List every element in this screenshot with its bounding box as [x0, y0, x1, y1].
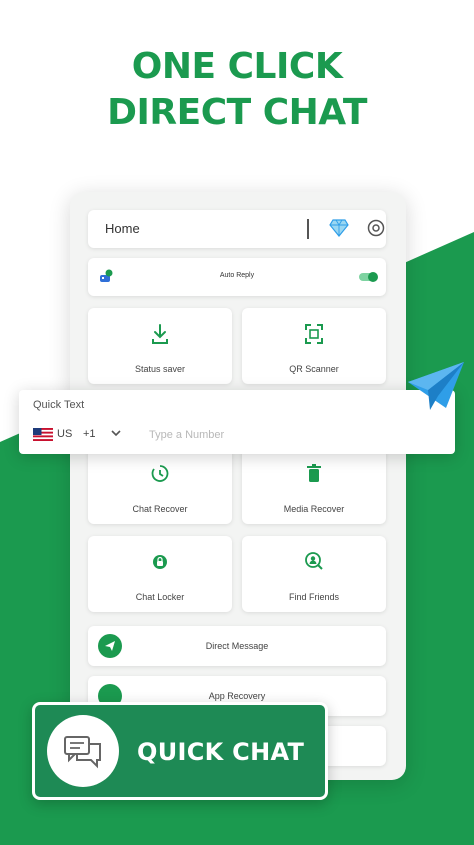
tile-status-saver[interactable]: Status saver — [88, 308, 232, 384]
tile-label: Chat Locker — [135, 592, 185, 602]
lock-icon — [153, 555, 167, 569]
phone-mockup: Home Auto Reply Status saver QR Scanner … — [70, 192, 406, 780]
chevron-down-icon[interactable] — [111, 430, 121, 437]
restore-icon — [151, 465, 169, 482]
auto-reply-bar[interactable]: Auto Reply — [88, 258, 386, 296]
tile-label: Status saver — [134, 364, 186, 374]
paper-plane-icon — [408, 362, 464, 410]
home-separator — [307, 219, 309, 239]
home-title: Home — [105, 221, 140, 236]
quick-chat-button[interactable]: QUICK CHAT — [32, 702, 328, 800]
us-flag-icon[interactable] — [33, 428, 53, 441]
number-input[interactable] — [149, 425, 439, 445]
search-user-icon — [305, 552, 323, 570]
qr-scan-icon — [305, 324, 323, 344]
headline-line-1: ONE CLICK — [131, 46, 343, 87]
quick-text-title: Quick Text — [33, 399, 85, 411]
tile-find-friends[interactable]: Find Friends — [242, 536, 386, 612]
quick-chat-icon-circle — [47, 715, 119, 787]
toggle-knob — [368, 272, 378, 282]
tile-media-recover[interactable]: Media Recover — [242, 448, 386, 524]
home-bar: Home — [88, 210, 386, 248]
trash-icon — [307, 464, 321, 482]
settings-icon[interactable] — [366, 218, 386, 238]
quick-chat-label: QUICK CHAT — [137, 738, 305, 766]
row-label: Direct Message — [205, 641, 269, 651]
tile-qr-scanner[interactable]: QR Scanner — [242, 308, 386, 384]
auto-reply-label: Auto Reply — [219, 272, 255, 279]
headline-line-2: DIRECT CHAT — [107, 92, 367, 133]
tile-chat-locker[interactable]: Chat Locker — [88, 536, 232, 612]
quick-text-card: Quick Text US +1 — [19, 390, 455, 454]
auto-reply-toggle[interactable] — [359, 272, 378, 282]
tile-label: Find Friends — [288, 592, 340, 602]
diamond-icon[interactable] — [329, 219, 349, 237]
tile-label: QR Scanner — [289, 364, 339, 374]
download-icon — [152, 324, 168, 344]
tile-label: Chat Recover — [132, 504, 188, 514]
tile-label: Media Recover — [283, 504, 345, 514]
tile-chat-recover[interactable]: Chat Recover — [88, 448, 232, 524]
dial-code[interactable]: +1 — [83, 428, 96, 440]
row-label: App Recovery — [208, 691, 266, 701]
row-direct-message[interactable]: Direct Message — [88, 626, 386, 666]
chat-bubbles-icon — [64, 736, 101, 769]
country-code[interactable]: US — [57, 428, 72, 440]
